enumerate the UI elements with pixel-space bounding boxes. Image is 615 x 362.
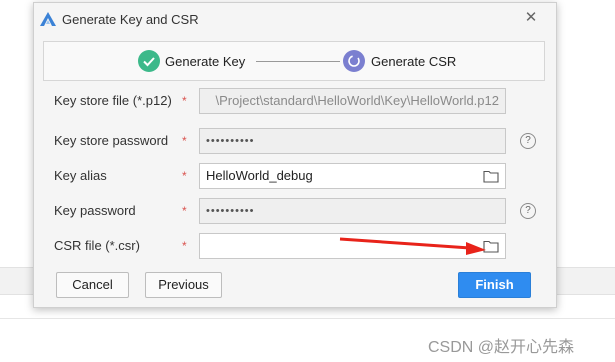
keystore-file-field: \Project\standard\HelloWorld\Key\HelloWo… xyxy=(199,88,506,114)
csr-file-field[interactable] xyxy=(199,233,506,259)
csr-file-label: CSR file (*.csr) xyxy=(54,238,140,253)
folder-icon[interactable] xyxy=(483,169,499,183)
keystore-file-label: Key store file (*.p12) xyxy=(54,93,172,108)
previous-button[interactable]: Previous xyxy=(145,272,222,298)
key-password-field: •••••••••• xyxy=(199,198,506,224)
generate-key-csr-dialog: Generate Key and CSR ✕ Generate Key Gene… xyxy=(33,2,557,308)
step-generate-csr: Generate CSR xyxy=(371,54,457,69)
required-mark: * xyxy=(182,169,187,183)
wizard-steps: Generate Key Generate CSR xyxy=(43,41,545,81)
step-generate-key: Generate Key xyxy=(165,54,246,69)
app-logo-icon xyxy=(40,12,56,26)
required-mark: * xyxy=(182,204,187,218)
close-icon[interactable]: ✕ xyxy=(521,8,541,28)
required-mark: * xyxy=(182,239,187,253)
folder-icon[interactable] xyxy=(483,239,499,253)
dialog-title: Generate Key and CSR xyxy=(62,12,199,27)
finish-button[interactable]: Finish xyxy=(458,272,531,298)
keystore-password-label: Key store password xyxy=(54,133,169,148)
keystore-password-field: •••••••••• xyxy=(199,128,506,154)
dialog-titlebar: Generate Key and CSR ✕ xyxy=(34,3,556,35)
key-alias-field[interactable]: HelloWorld_debug xyxy=(199,163,506,189)
cancel-button[interactable]: Cancel xyxy=(56,272,129,298)
key-password-label: Key password xyxy=(54,203,136,218)
help-icon[interactable]: ? xyxy=(520,133,536,149)
step-connector xyxy=(256,61,340,62)
in-progress-icon xyxy=(343,50,365,72)
required-mark: * xyxy=(182,134,187,148)
background-divider xyxy=(0,318,615,319)
key-alias-label: Key alias xyxy=(54,168,107,183)
key-alias-value: HelloWorld_debug xyxy=(206,168,313,183)
check-icon xyxy=(138,50,160,72)
required-mark: * xyxy=(182,94,187,108)
watermark: CSDN @赵开心先森 xyxy=(428,339,575,356)
help-icon[interactable]: ? xyxy=(520,203,536,219)
